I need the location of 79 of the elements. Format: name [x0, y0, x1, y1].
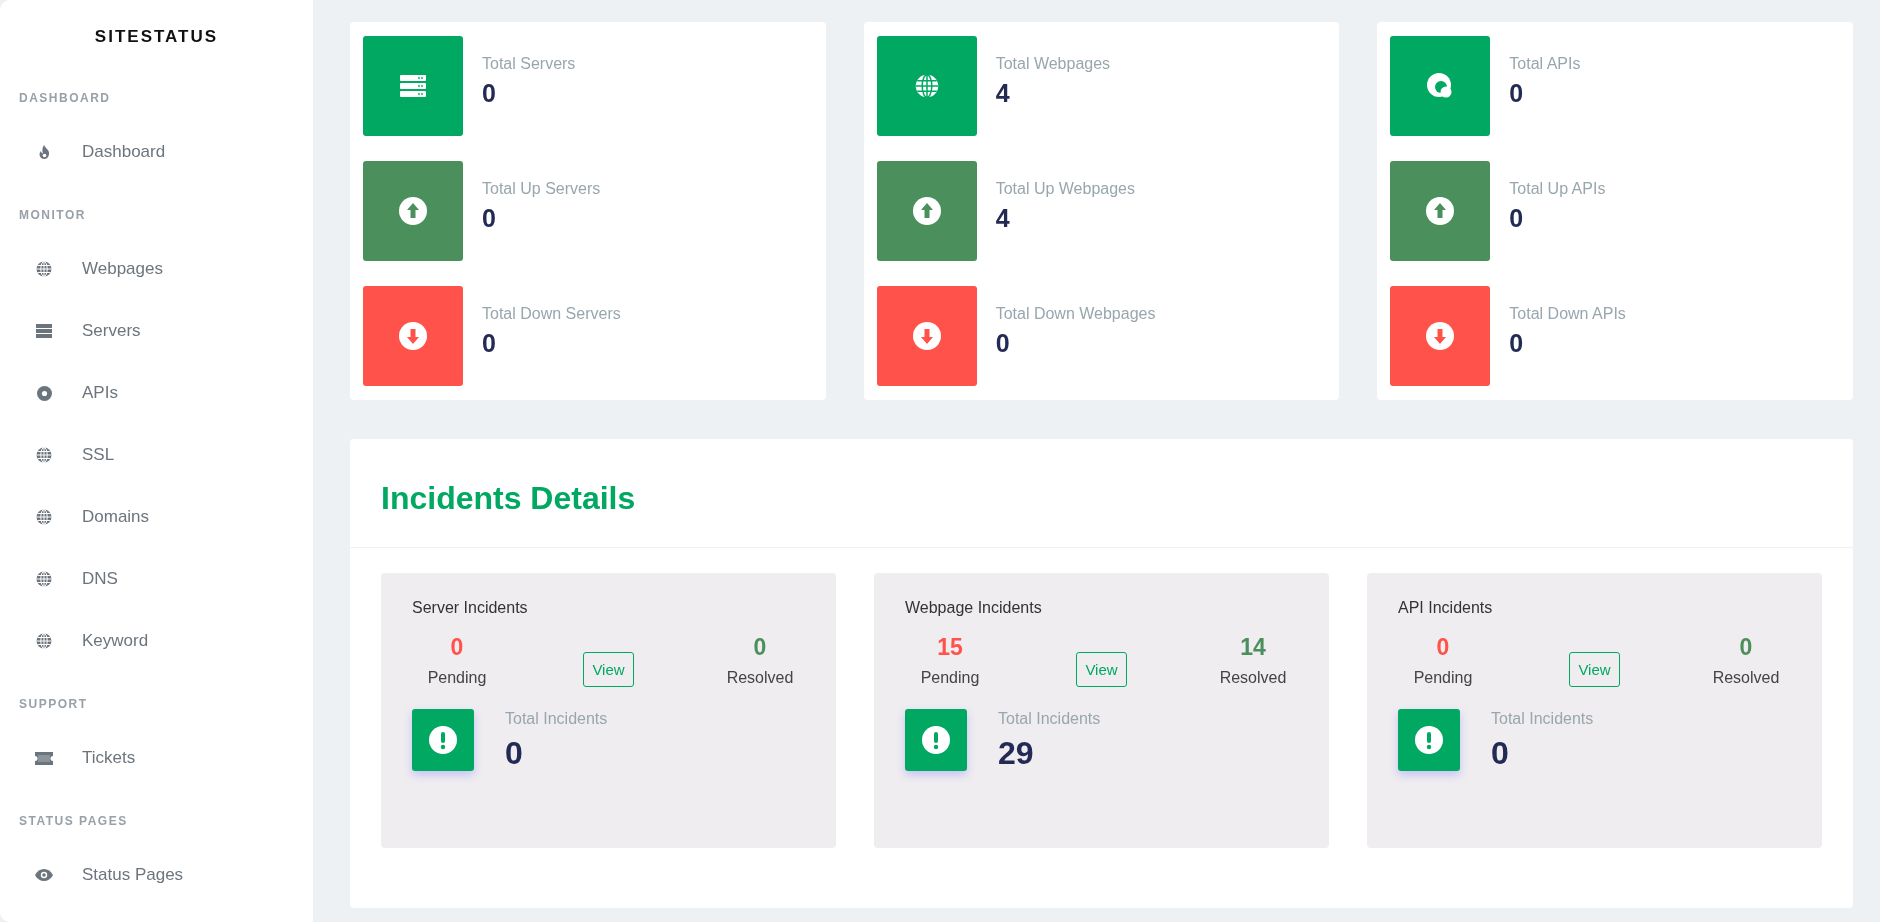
pending-label: Pending	[427, 669, 487, 687]
sidebar-item[interactable]: Tickets	[0, 727, 313, 789]
server-icon	[36, 324, 52, 338]
stat-label: Total Up Servers	[482, 179, 601, 199]
arrow-up-circle-icon	[912, 197, 941, 225]
total-incidents-label: Total Incidents	[505, 709, 608, 729]
total-incidents-value: 0	[1491, 735, 1510, 772]
total-incidents-value: 0	[505, 735, 524, 772]
arrow-up-circle-icon	[1426, 197, 1455, 225]
section-heading: DASHBOARD	[18, 90, 111, 107]
flame-icon	[38, 145, 50, 159]
total-incidents-label: Total Incidents	[1491, 709, 1594, 729]
pending-count: 0	[450, 633, 464, 662]
globe-icon	[36, 509, 52, 525]
globe-icon	[36, 261, 52, 277]
incident-card-title: Webpage Incidents	[905, 598, 1043, 618]
sidebar-item[interactable]: Webpages	[0, 238, 313, 300]
stat-label: Total Down Webpages	[995, 304, 1156, 324]
stat-label: Total Down APIs	[1509, 304, 1626, 324]
stat-label: Total Up APIs	[1509, 179, 1606, 199]
sidebar-item[interactable]: Dashboard	[0, 121, 313, 183]
view-button[interactable]: View	[1569, 652, 1620, 687]
stat-value: 4	[995, 78, 1011, 109]
sidebar-item[interactable]: APIs	[0, 362, 313, 424]
resolved-count: 0	[1739, 633, 1753, 662]
stat-value: 0	[482, 203, 497, 234]
arrow-down-circle-icon	[912, 322, 941, 350]
globe-icon	[36, 633, 52, 649]
stat-value: 0	[482, 78, 497, 109]
resolved-label: Resolved	[1219, 669, 1287, 687]
sidebar-item[interactable]: Servers	[0, 300, 313, 362]
ticket-icon	[35, 751, 53, 765]
stat-value: 0	[1509, 78, 1525, 109]
sidebar-item[interactable]: Status Pages	[0, 844, 313, 906]
total-incidents-label: Total Incidents	[998, 709, 1101, 729]
sidebar-item[interactable]: Domains	[0, 486, 313, 548]
stat-value: 0	[995, 328, 1011, 359]
pending-label: Pending	[1413, 669, 1473, 687]
pending-label: Pending	[920, 669, 980, 687]
sidebar-item[interactable]: SSL	[0, 424, 313, 486]
stat-label: Total Webpages	[995, 54, 1111, 74]
view-button[interactable]: View	[583, 652, 634, 687]
incident-card-title: Server Incidents	[412, 598, 529, 618]
section-heading: STATUS PAGES	[18, 813, 128, 830]
eye-icon	[35, 869, 53, 881]
view-button[interactable]: View	[1076, 652, 1127, 687]
pending-count: 15	[937, 633, 963, 662]
section-heading: MONITOR	[18, 207, 86, 224]
arrow-up-circle-icon	[399, 197, 427, 225]
stat-label: Total Up Webpages	[995, 179, 1135, 199]
disc-icon	[36, 385, 52, 401]
stat-value: 0	[1509, 328, 1525, 359]
sidebar-item[interactable]: DNS	[0, 548, 313, 610]
stat-value: 0	[1509, 203, 1525, 234]
panel-title: Incidents Details	[381, 479, 636, 517]
resolved-count: 0	[753, 633, 767, 662]
globe-icon	[914, 74, 939, 98]
exclamation-circle-icon	[429, 726, 457, 754]
stat-label: Total Down Servers	[482, 304, 621, 324]
stat-label: Total APIs	[1509, 54, 1581, 74]
pending-count: 0	[1436, 633, 1450, 662]
resolved-count: 14	[1240, 633, 1266, 662]
globe-icon	[36, 447, 52, 463]
sidebar-item[interactable]: Keyword	[0, 610, 313, 672]
resolved-label: Resolved	[726, 669, 794, 687]
arrow-down-circle-icon	[1426, 322, 1455, 350]
stat-value: 4	[995, 203, 1011, 234]
total-incidents-value: 29	[998, 735, 1035, 772]
arrow-down-circle-icon	[399, 322, 427, 350]
resolved-label: Resolved	[1712, 669, 1780, 687]
exclamation-circle-icon	[1415, 726, 1443, 754]
stat-label: Total Servers	[482, 54, 576, 74]
section-heading: SUPPORT	[18, 696, 88, 713]
exclamation-circle-icon	[922, 726, 950, 754]
server-icon	[400, 75, 426, 97]
globe-icon	[36, 571, 52, 587]
incident-card-title: API Incidents	[1398, 598, 1494, 618]
brand-logo-text[interactable]: SITESTATUS	[94, 0, 219, 48]
stat-value: 0	[482, 328, 497, 359]
